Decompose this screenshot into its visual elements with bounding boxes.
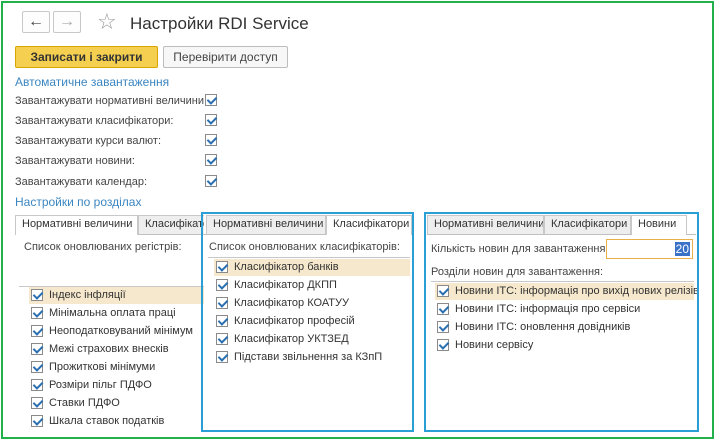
forward-button[interactable]: → [53, 11, 81, 33]
news-highlight-box [424, 212, 699, 432]
load-classifiers-checkbox[interactable] [205, 114, 217, 126]
load-normative-label: Завантажувати нормативні величини: [15, 95, 208, 107]
load-calendar-checkbox[interactable] [205, 175, 217, 187]
load-news-label: Завантажувати новини: [15, 155, 135, 167]
load-news-checkbox[interactable] [205, 154, 217, 166]
item-label: Шкала ставок податків [49, 415, 165, 427]
list-item[interactable]: Ставки ПДФО [29, 395, 205, 412]
load-calendar-label: Завантажувати календар: [15, 176, 148, 188]
list-item[interactable]: Мінімальна оплата праці [29, 305, 205, 322]
pane-normative: Нормативні величини Класифікатори Список… [15, 215, 205, 437]
item-label: Межі страхових внесків [49, 343, 169, 355]
back-button[interactable]: ← [22, 11, 50, 33]
item-checkbox[interactable] [31, 307, 43, 319]
pane-normative-tabbar: Нормативні величини Класифікатори [15, 215, 205, 235]
item-checkbox[interactable] [31, 343, 43, 355]
item-label: Розміри пільг ПДФО [49, 379, 152, 391]
load-normative-checkbox[interactable] [205, 94, 217, 106]
item-checkbox[interactable] [31, 379, 43, 391]
list-item[interactable]: Шкала ставок податків [29, 413, 205, 430]
item-checkbox[interactable] [31, 325, 43, 337]
item-checkbox[interactable] [31, 361, 43, 373]
load-rates-label: Завантажувати курси валют: [15, 135, 162, 147]
item-label: Неоподатковуваний мінімум [49, 325, 193, 337]
list-item[interactable]: Розміри пільг ПДФО [29, 377, 205, 394]
load-rates-checkbox[interactable] [205, 134, 217, 146]
favorite-star-icon[interactable]: ☆ [97, 9, 117, 35]
save-and-close-button[interactable]: Записати і закрити [15, 46, 158, 68]
tab-classifiers[interactable]: Класифікатори [138, 215, 205, 234]
page-title: Настройки RDI Service [130, 14, 309, 33]
item-label: Ставки ПДФО [49, 397, 120, 409]
check-access-button[interactable]: Перевірити доступ [163, 46, 288, 68]
list-item[interactable]: Неоподатковуваний мінімум [29, 323, 205, 340]
load-classifiers-label: Завантажувати класифікатори: [15, 115, 174, 127]
classifiers-highlight-box [201, 212, 414, 432]
arrow-right-icon: → [59, 13, 75, 30]
item-label: Мінімальна оплата праці [49, 307, 176, 319]
item-checkbox[interactable] [31, 397, 43, 409]
list-item[interactable]: Межі страхових внесків [29, 341, 205, 358]
registers-list-label: Список оновлюваних регістрів: [24, 241, 182, 253]
item-checkbox[interactable] [31, 415, 43, 427]
auto-load-heading: Автоматичне завантаження [15, 75, 170, 89]
item-label: Індекс інфляції [49, 289, 126, 301]
arrow-left-icon: ← [28, 13, 44, 30]
item-label: Прожиткові мінімуми [49, 361, 156, 373]
list-item[interactable]: Прожиткові мінімуми [29, 359, 205, 376]
list-item[interactable]: Індекс інфляції [29, 287, 205, 304]
tab-normative[interactable]: Нормативні величини [15, 215, 138, 235]
item-checkbox[interactable] [31, 289, 43, 301]
sections-heading: Настройки по розділах [15, 195, 142, 209]
